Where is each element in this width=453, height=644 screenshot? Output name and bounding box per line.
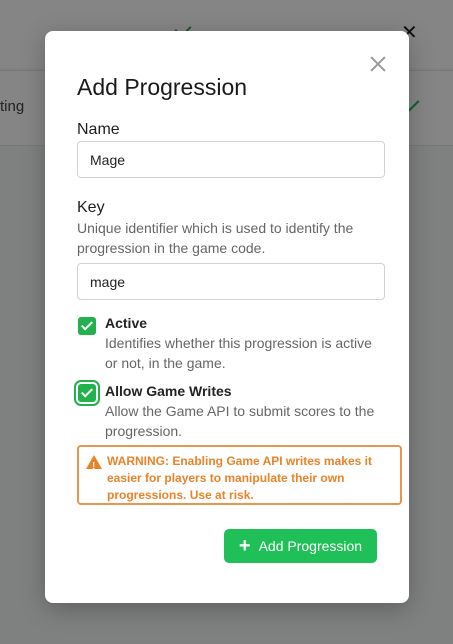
key-field[interactable] bbox=[77, 263, 385, 300]
active-help-text: Identifies whether this progression is a… bbox=[105, 335, 372, 371]
allow-game-writes-checkbox[interactable] bbox=[78, 384, 96, 402]
allow-game-writes-help-text: Allow the Game API to submit scores to t… bbox=[105, 403, 375, 439]
name-field[interactable] bbox=[77, 141, 385, 178]
close-icon[interactable] bbox=[367, 53, 389, 75]
warning-icon: ! bbox=[86, 455, 102, 472]
active-checkbox[interactable] bbox=[78, 317, 96, 335]
key-help-text: Unique identifier which is used to ident… bbox=[77, 220, 354, 256]
warning-alert: ! WARNING: Enabling Game API writes make… bbox=[77, 445, 402, 505]
active-label: Active bbox=[105, 315, 148, 331]
modal-title: Add Progression bbox=[77, 74, 248, 100]
plus-icon: + bbox=[238, 535, 251, 557]
add-progression-modal: Add Progression Name Key Unique identifi… bbox=[45, 31, 409, 603]
add-progression-button[interactable]: + Add Progression bbox=[224, 529, 377, 563]
checkmark-icon bbox=[80, 318, 94, 331]
key-label: Key bbox=[77, 199, 105, 216]
checkmark-icon bbox=[80, 385, 94, 398]
warning-text: WARNING: Enabling Game API writes makes … bbox=[107, 454, 372, 502]
allow-game-writes-label: Allow Game Writes bbox=[105, 383, 232, 399]
name-label: Name bbox=[77, 121, 120, 138]
add-progression-button-label: Add Progression bbox=[258, 538, 363, 554]
